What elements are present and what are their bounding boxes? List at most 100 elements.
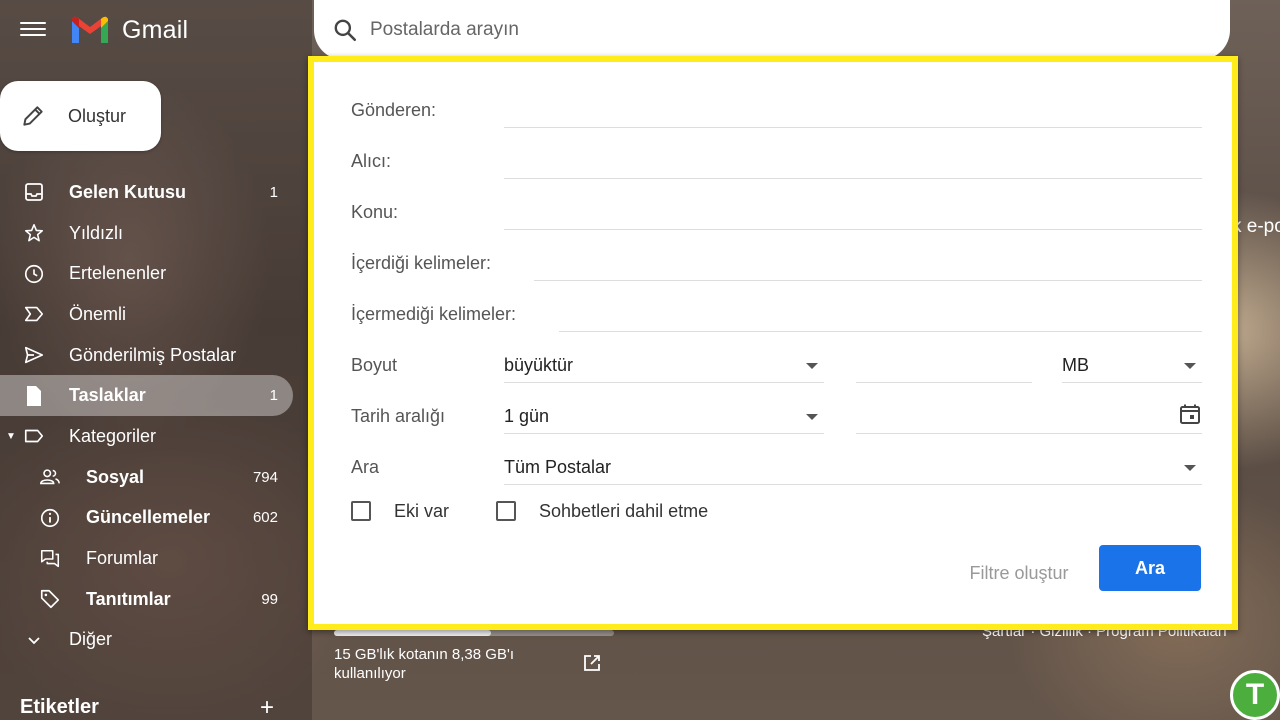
has-words-label: İçerdiği kelimeler: [351, 253, 492, 273]
search-in-label: Ara [351, 457, 380, 477]
subject-field[interactable] [504, 194, 1202, 230]
label-icon [22, 424, 46, 448]
sidebar-item-snoozed[interactable]: Ertelenenler [0, 253, 300, 294]
sidebar-item-label: Yıldızlı [69, 222, 124, 243]
sidebar-item-label: Gönderilmiş Postalar [69, 344, 237, 365]
sidebar-item-inbox[interactable]: Gelen Kutusu 1 [0, 172, 300, 213]
sidebar-item-starred[interactable]: Yıldızlı [0, 213, 300, 254]
menu-line [20, 34, 46, 36]
exclude-chats-label[interactable]: Sohbetleri dahil etme [539, 501, 708, 522]
date-field[interactable] [856, 398, 1202, 434]
add-label-button[interactable]: + [260, 696, 274, 720]
pencil-icon [23, 106, 43, 126]
search-in-value: Tüm Postalar [504, 457, 612, 477]
unread-count: 99 [261, 590, 278, 608]
labels-header: Etiketler [20, 696, 99, 718]
date-row: Tarih aralığı 1 gün [351, 394, 1202, 434]
dropdown-arrow-icon [806, 363, 818, 369]
size-row: Boyut büyüktür MB [351, 343, 1202, 383]
sidebar-item-label: Tanıtımlar [86, 588, 171, 609]
no-words-row: İçermediği kelimeler: [351, 292, 1202, 332]
search-icon[interactable] [332, 17, 358, 43]
has-words-field[interactable] [534, 245, 1202, 281]
sidebar-item-important[interactable]: Önemli [0, 294, 300, 335]
draft-count: 1 [269, 387, 278, 405]
draft-icon [22, 384, 46, 408]
sidebar-item-promotions[interactable]: Tanıtımlar 99 [0, 579, 300, 620]
unread-count: 794 [252, 468, 278, 486]
main-menu-button[interactable] [20, 18, 46, 42]
from-input[interactable] [504, 92, 1202, 127]
sidebar-item-sent[interactable]: Gönderilmiş Postalar [0, 335, 300, 376]
exclude-chats-checkbox[interactable] [496, 501, 517, 521]
caret-down-icon[interactable]: ▼ [6, 431, 16, 442]
dropdown-arrow-icon [806, 414, 818, 420]
advanced-search-panel: Gönderen: Alıcı: Konu: İçerdiği kelimele… [308, 56, 1238, 630]
send-icon [22, 343, 46, 367]
sidebar-item-label: Önemli [69, 303, 127, 324]
sidebar-item-categories[interactable]: ▼ Kategoriler [0, 416, 300, 457]
from-field[interactable] [504, 92, 1202, 128]
no-words-input[interactable] [559, 296, 1202, 331]
search-input[interactable] [370, 19, 1190, 41]
has-attachment-label[interactable]: Eki var [394, 501, 449, 522]
sidebar-nav: Gelen Kutusu 1 Yıldızlı Ertelenenler Öne… [0, 172, 300, 660]
unread-count: 1 [269, 183, 278, 201]
search-submit-button[interactable]: Ara [1099, 545, 1201, 591]
size-unit-select[interactable]: MB [1062, 347, 1202, 383]
clock-icon [22, 262, 46, 286]
to-row: Alıcı: [351, 139, 1202, 179]
has-words-input[interactable] [534, 245, 1202, 280]
sidebar-item-label: Diğer [69, 629, 113, 650]
sidebar-item-drafts[interactable]: Taslaklar 1 [0, 375, 293, 417]
chevron-down-icon [22, 628, 46, 652]
dropdown-arrow-icon [1184, 465, 1196, 471]
email-snippet-peek: k e-po [1232, 216, 1280, 237]
gmail-logo[interactable]: Gmail [70, 13, 188, 47]
to-input[interactable] [504, 143, 1202, 178]
tag-icon [38, 587, 62, 611]
subject-row: Konu: [351, 190, 1202, 230]
size-operator-value: büyüktür [504, 355, 574, 375]
calendar-icon[interactable] [1178, 402, 1202, 426]
sidebar-item-label: Güncellemeler [86, 507, 211, 528]
has-attachment-checkbox[interactable] [351, 501, 371, 521]
open-external-icon[interactable] [582, 653, 602, 673]
app-name: Gmail [122, 15, 189, 44]
sidebar-item-label: Ertelenenler [69, 263, 167, 284]
compose-button[interactable]: Oluştur [0, 81, 161, 151]
size-unit-value: MB [1062, 355, 1089, 375]
info-icon [38, 506, 62, 530]
inbox-icon [22, 180, 46, 204]
subject-input[interactable] [504, 194, 1202, 229]
forum-icon [38, 547, 62, 571]
search-in-row: Ara Tüm Postalar [351, 445, 1202, 485]
sidebar-item-more[interactable]: Diğer [0, 620, 300, 661]
to-label: Alıcı: [351, 151, 392, 171]
create-filter-button[interactable]: Filtre oluştur [959, 550, 1079, 596]
search-bar[interactable] [314, 0, 1230, 60]
storage-bar [334, 630, 614, 636]
storage-text: 15 GB'lık kotanın 8,38 GB'ı kullanılıyor [334, 646, 514, 682]
has-words-row: İçerdiği kelimeler: [351, 241, 1202, 281]
search-in-select[interactable]: Tüm Postalar [504, 449, 1202, 485]
sidebar-item-label: Kategoriler [69, 425, 157, 446]
sidebar-item-forums[interactable]: Forumlar [0, 538, 300, 579]
size-operator-select[interactable]: büyüktür [504, 347, 824, 383]
sidebar-item-updates[interactable]: Güncellemeler 602 [0, 498, 300, 539]
size-value-input[interactable] [856, 347, 1032, 382]
no-words-label: İçermediği kelimeler: [351, 304, 517, 324]
no-words-field[interactable] [559, 296, 1202, 332]
date-label: Tarih aralığı [351, 406, 446, 426]
sidebar-item-social[interactable]: Sosyal 794 [0, 457, 300, 498]
sidebar-item-label: Sosyal [86, 466, 145, 487]
sidebar-item-label: Forumlar [86, 548, 159, 569]
size-value-field[interactable] [856, 347, 1032, 383]
subject-label: Konu: [351, 202, 399, 222]
people-icon [38, 465, 62, 489]
date-range-select[interactable]: 1 gün [504, 398, 824, 434]
star-icon [22, 221, 46, 245]
gmail-m-icon [72, 16, 108, 43]
to-field[interactable] [504, 143, 1202, 179]
from-label: Gönderen: [351, 100, 437, 120]
